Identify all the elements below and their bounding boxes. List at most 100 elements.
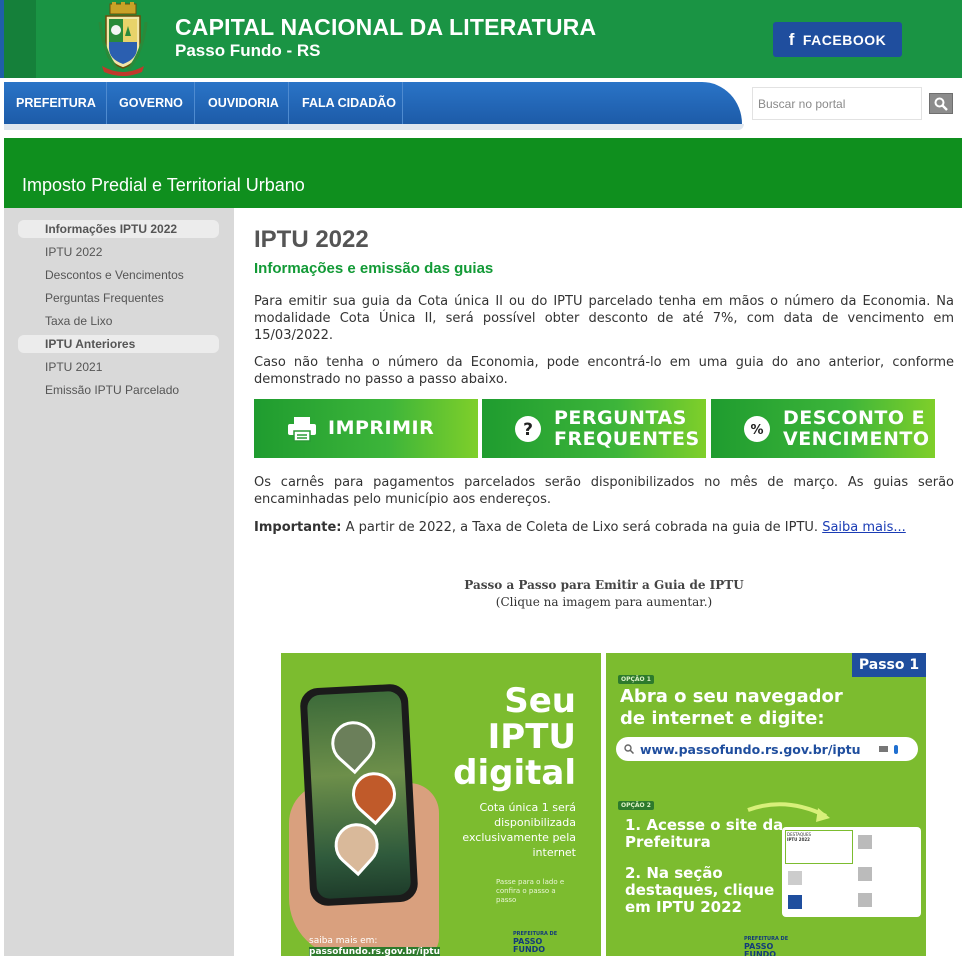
site-subtitle: Passo Fundo - RS (175, 41, 321, 60)
faq-line2: FREQUENTES (554, 427, 700, 450)
abra-line1: Abra o seu navegador (620, 686, 843, 707)
carnes-paragraph: Os carnês para pagamentos parcelados ser… (254, 475, 954, 507)
warning-icon (858, 893, 872, 907)
svg-text:?: ? (523, 420, 533, 440)
promo-url: www.passofundo.rs.gov.br/iptu (640, 741, 861, 757)
logo-line3: FUNDO (513, 945, 546, 954)
phone-illustration (299, 683, 419, 907)
nav-divider (194, 82, 195, 124)
nav-divider (402, 82, 403, 124)
mini-destaques-box: DESTAQUES IPTU 2022 (785, 830, 853, 864)
opcao2-badge: OPÇÃO 2 (618, 801, 654, 810)
sidebar-item-emissao-parcelado[interactable]: Emissão IPTU Parcelado (45, 383, 179, 397)
step1-line1: 1. Acesse o site da (625, 816, 784, 834)
map-pin-icon (325, 814, 388, 877)
section-banner: Imposto Predial e Territorial Urbano (4, 138, 962, 208)
promo-headline: Seu IPTU digital (451, 683, 576, 791)
mini-iptu-label: IPTU 2022 (787, 837, 810, 842)
promo-step1: 1. Acesse o site da Prefeitura (625, 817, 783, 851)
app-icon (788, 895, 802, 909)
promo-step2: 2. Na seção destaques, clique em IPTU 20… (625, 865, 774, 916)
sidebar-item-taxa-lixo[interactable]: Taxa de Lixo (45, 314, 112, 328)
promo-saiba: saiba mais em: passofundo.rs.gov.br/iptu (309, 936, 440, 956)
important-text: A partir de 2022, a Taxa de Coleta de Li… (341, 520, 823, 535)
nav-item-ouvidoria[interactable]: OUVIDORIA (208, 82, 279, 124)
print-banner-button[interactable]: IMPRIMIR (254, 399, 478, 458)
discount-banner-label: DESCONTO E VENCIMENTO (783, 406, 930, 450)
percent-icon: % (741, 413, 773, 445)
discount-line2: VENCIMENTO (783, 427, 930, 450)
sidebar-item-iptu-2022[interactable]: IPTU 2022 (45, 245, 102, 259)
discount-line1: DESCONTO E (783, 406, 926, 429)
prefeitura-logo: PREFEITURA DE PASSO FUNDO (744, 935, 788, 956)
nav-item-governo[interactable]: GOVERNO (119, 82, 183, 124)
promo-saiba-label: saiba mais em: (309, 936, 378, 946)
header-left-stripe (4, 0, 36, 78)
search-icon (934, 97, 948, 111)
sidebar-item-descontos[interactable]: Descontos e Vencimentos (45, 268, 184, 282)
facebook-label: FACEBOOK (802, 31, 887, 48)
map-pin-icon (322, 712, 385, 775)
nav-item-prefeitura[interactable]: PREFEITURA (16, 82, 96, 124)
important-paragraph: Importante: A partir de 2022, a Taxa de … (254, 519, 954, 536)
intro-paragraph: Para emitir sua guia da Cota única II ou… (254, 294, 954, 343)
saiba-mais-link[interactable]: Saiba mais... (822, 520, 906, 535)
nav-divider (106, 82, 107, 124)
nav-shadow (4, 124, 744, 130)
step2-line2: destaques, clique (625, 881, 775, 899)
step-caption-hint: (Clique na imagem para aumentar.) (495, 595, 713, 609)
document-icon (858, 835, 872, 849)
phone-screen (306, 690, 412, 900)
step2-line3: em IPTU 2022 (625, 898, 742, 916)
printer-icon (286, 413, 318, 445)
facebook-button[interactable]: f FACEBOOK (773, 22, 902, 57)
economy-paragraph: Caso não tenha o número da Economia, pod… (254, 355, 954, 387)
sidebar-group-iptu-2022[interactable]: Informações IPTU 2022 (18, 220, 219, 238)
sidebar-item-perguntas[interactable]: Perguntas Frequentes (45, 291, 164, 305)
facebook-icon: f (788, 29, 795, 49)
promo-headline-seu: Seu (504, 681, 576, 721)
step-by-step-image[interactable]: Seu IPTU digital Cota única 1 será dispo… (281, 653, 926, 956)
search-icon (624, 744, 634, 754)
promo-saiba-url: passofundo.rs.gov.br/iptu (309, 947, 440, 956)
section-title: Imposto Predial e Territorial Urbano (22, 175, 305, 195)
keyboard-icon (878, 746, 888, 752)
page-title: IPTU 2022 (254, 226, 369, 253)
promo-url-bar: www.passofundo.rs.gov.br/iptu (616, 737, 918, 761)
nav-item-fala-cidadao[interactable]: FALA CIDADÃO (302, 82, 396, 124)
microphone-icon (893, 744, 898, 754)
promo-abra-text: Abra o seu navegador de internet e digit… (620, 686, 843, 730)
logo-line3: FUNDO (744, 950, 777, 956)
passo-tag: Passo 1 (852, 653, 926, 677)
step2-line1: 2. Na seção (625, 864, 723, 882)
calendar-icon (858, 867, 872, 881)
sidebar-group-iptu-anteriores[interactable]: IPTU Anteriores (18, 335, 219, 353)
city-crest-logo[interactable] (98, 2, 148, 76)
promo-left-panel: Seu IPTU digital Cota única 1 será dispo… (281, 653, 601, 956)
sidebar-item-iptu-2021[interactable]: IPTU 2021 (45, 360, 102, 374)
step-caption-title: Passo a Passo para Emitir a Guia de IPTU (464, 578, 744, 592)
print-banner-label: IMPRIMIR (328, 417, 435, 439)
promo-headline-digital: digital (453, 753, 576, 793)
prefeitura-logo: PREFEITURA DE PASSO FUNDO (513, 930, 557, 954)
page-subtitle: Informações e emissão das guias (254, 260, 494, 277)
faq-line1: PERGUNTAS (554, 406, 687, 429)
file-icon (788, 871, 802, 885)
promo-headline-iptu: IPTU (487, 717, 576, 757)
sidebar: Informações IPTU 2022 IPTU 2022 Desconto… (4, 208, 234, 956)
promo-right-panel: Passo 1 OPÇÃO 1 Abra o seu navegador de … (606, 653, 926, 956)
search-input[interactable]: Buscar no portal (752, 87, 922, 120)
search-button[interactable] (929, 93, 953, 114)
discount-banner-button[interactable]: % DESCONTO E VENCIMENTO (711, 399, 935, 458)
question-icon: ? (512, 413, 544, 445)
svg-text:%: % (750, 423, 763, 438)
promo-tap-note: Passe para o lado e confira o passo a pa… (496, 878, 565, 904)
promo-note: Cota única 1 será disponibilizada exclus… (462, 801, 576, 859)
important-label: Importante: (254, 520, 342, 535)
nav-divider (288, 82, 289, 124)
faq-banner-button[interactable]: ? PERGUNTAS FREQUENTES (482, 399, 706, 458)
faq-banner-label: PERGUNTAS FREQUENTES (554, 406, 700, 450)
mini-site-illustration: DESTAQUES IPTU 2022 (782, 827, 921, 917)
step1-line2: Prefeitura (625, 833, 711, 851)
site-title[interactable]: CAPITAL NACIONAL DA LITERATURA (175, 14, 596, 41)
